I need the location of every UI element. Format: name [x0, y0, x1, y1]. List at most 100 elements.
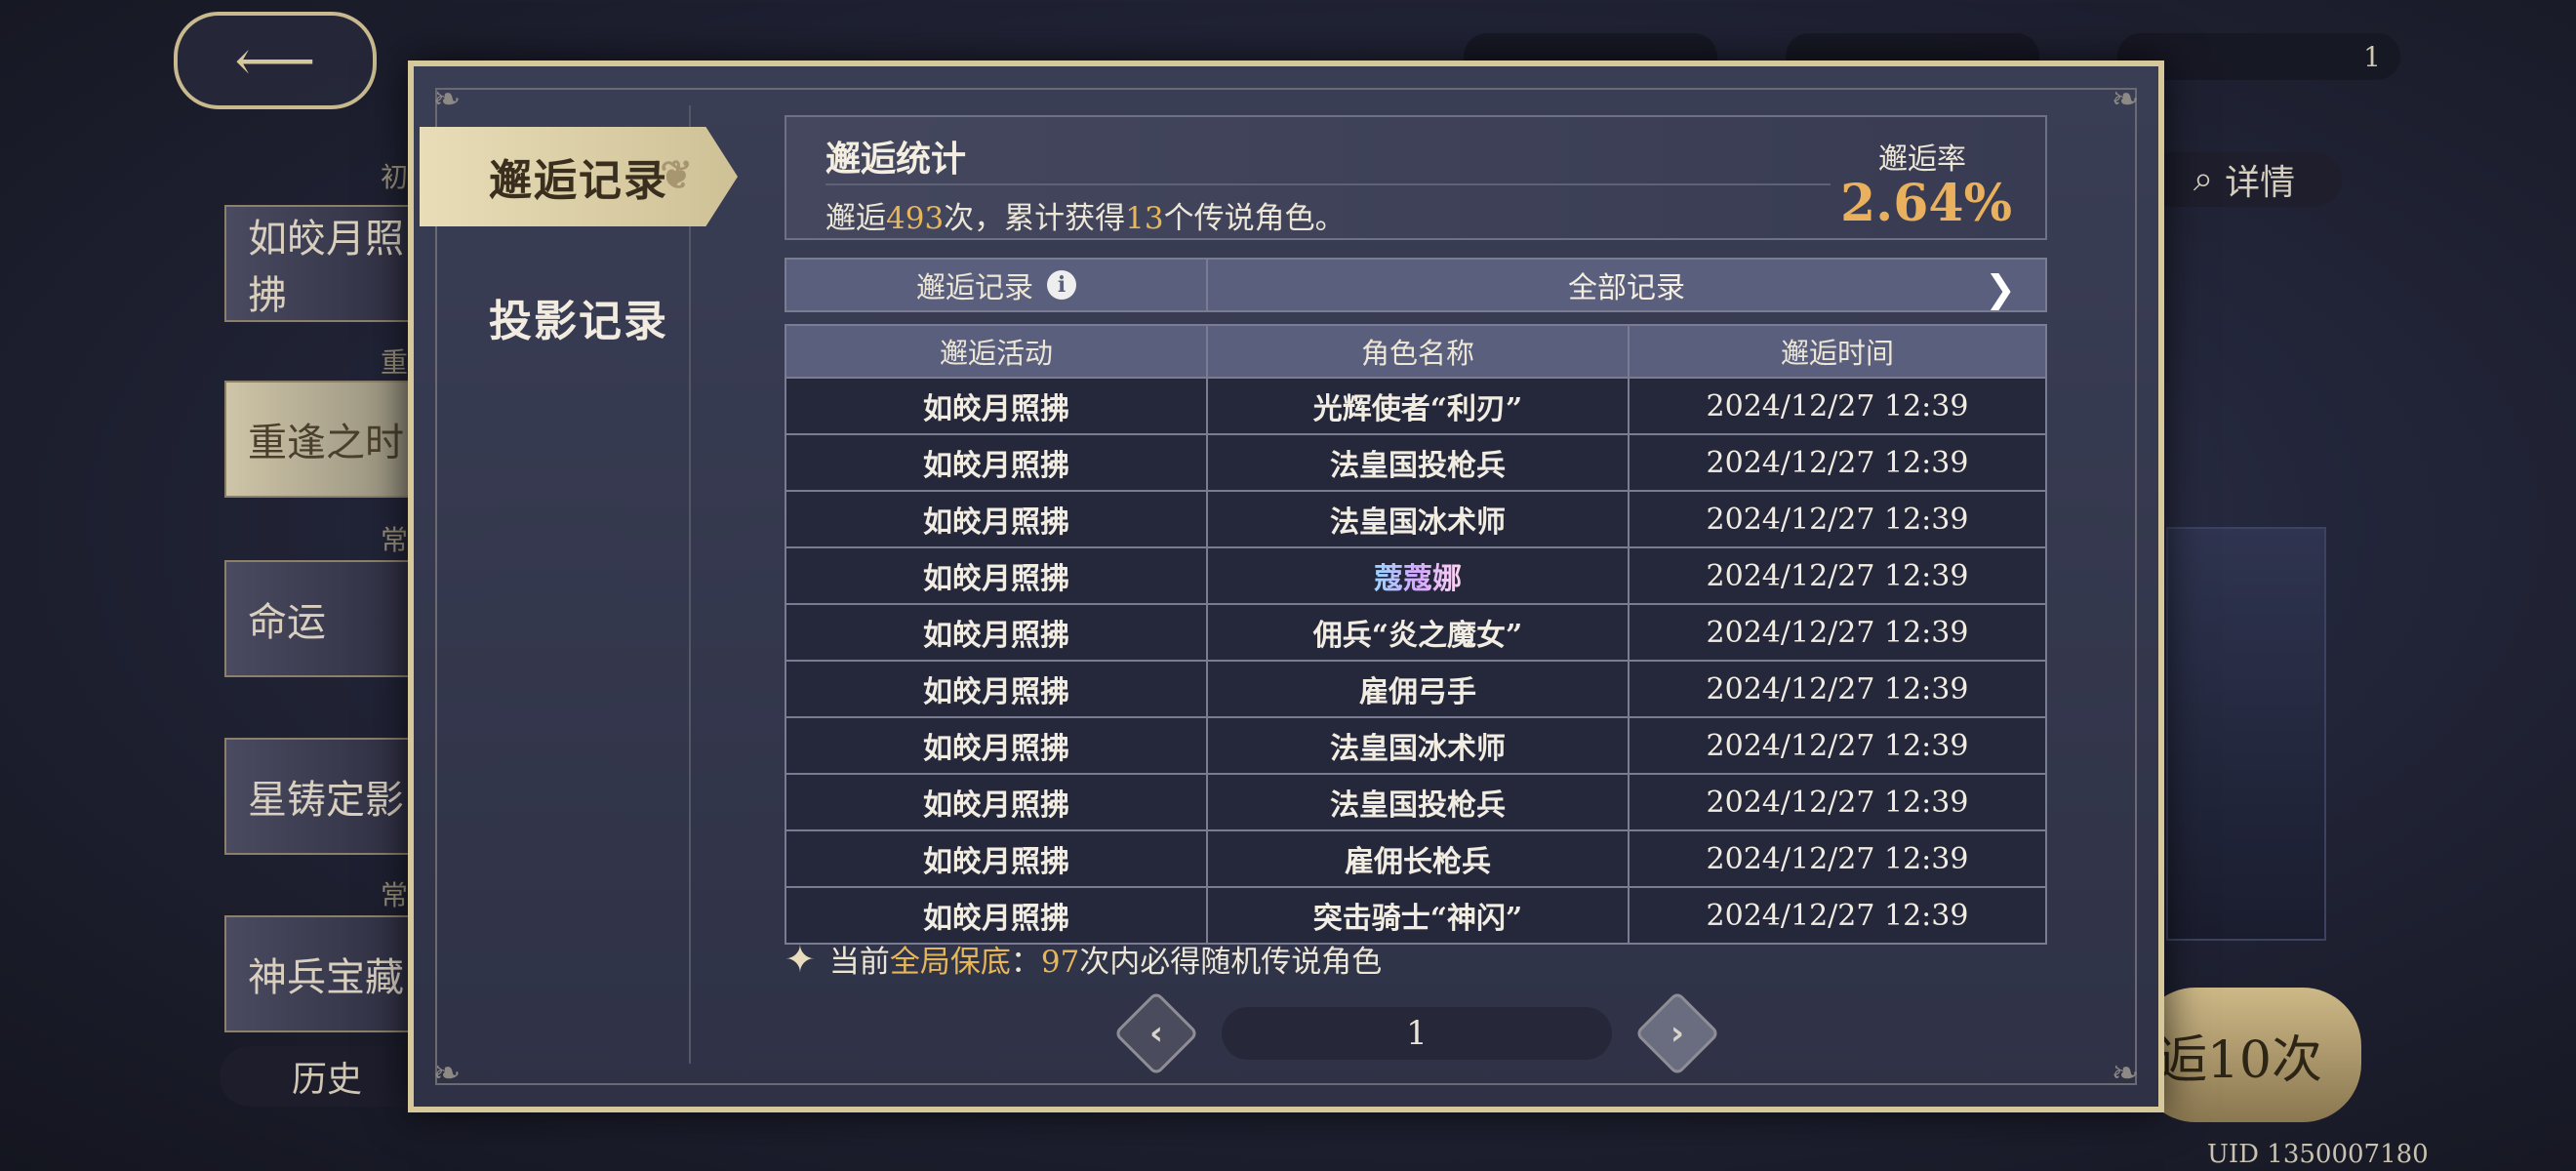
desc-text: 邂逅	[825, 201, 886, 236]
filter-label: 全部记录	[1568, 271, 1685, 305]
cell-time: 2024/12/27 12:39	[1706, 445, 1969, 480]
table-row: 如皎月照拂 法皇国投枪兵 2024/12/27 12:39	[786, 775, 2045, 831]
cell-time: 2024/12/27 12:39	[1706, 785, 1969, 820]
chevron-right-icon: ❯	[1985, 267, 2016, 310]
legend-count: 13	[1125, 201, 1164, 236]
cell-character: 光辉使者“利刃”	[1208, 379, 1630, 433]
cell-activity: 如皎月照拂	[786, 492, 1208, 546]
records-table: 邂逅活动 角色名称 邂逅时间 如皎月照拂 光辉使者“利刃” 2024/12/27…	[785, 324, 2047, 945]
tab-projection-records[interactable]: 投影记录	[420, 267, 738, 367]
sparkle-icon: ✦	[785, 937, 816, 981]
corner-ornament-icon: ❧	[2111, 80, 2140, 119]
chevron-left-icon: ‹	[1148, 1013, 1164, 1053]
tab-summon-records[interactable]: 邂逅记录 ❦	[420, 127, 738, 226]
summon-10-button[interactable]: 逅10次	[2137, 988, 2361, 1122]
divider	[825, 183, 1831, 185]
pity-prefix: 当前	[828, 945, 890, 980]
banner-tab-1[interactable]: 如皎月照拂	[224, 205, 429, 322]
cell-time: 2024/12/27 12:39	[1706, 671, 1969, 707]
pity-notice: ✦ 当前全局保底：97次内必得随机传说角色	[785, 937, 1382, 981]
tab-label: 邂逅记录	[489, 156, 668, 206]
banner-tab-2[interactable]: 重逢之时	[224, 381, 429, 498]
info-icon[interactable]: i	[1047, 270, 1076, 300]
cell-time: 2024/12/27 12:39	[1706, 898, 1969, 933]
table-row: 如皎月照拂 雇佣弓手 2024/12/27 12:39	[786, 662, 2045, 718]
cell-activity: 如皎月照拂	[786, 662, 1208, 716]
banner-tab-4[interactable]: 星铸定影	[224, 738, 429, 855]
side-tag: 常	[381, 879, 409, 911]
table-row: 如皎月照拂 佣兵“炎之魔女” 2024/12/27 12:39	[786, 605, 2045, 662]
cell-character: 雇佣长枪兵	[1208, 831, 1630, 886]
back-button[interactable]: ⟵	[174, 12, 377, 109]
table-row: 如皎月照拂 突击骑士“神闪” 2024/12/27 12:39	[786, 888, 2045, 943]
cell-character: 佣兵“炎之魔女”	[1208, 605, 1630, 660]
stats-panel: 邂逅统计 邂逅493次，累计获得13个传说角色。 邂逅率 2.64%	[785, 115, 2047, 240]
banner-tab-3[interactable]: 命运	[224, 560, 429, 677]
header-time: 邂逅时间	[1780, 337, 1894, 370]
pity-text: 当前全局保底：97次内必得随机传说角色	[829, 937, 1382, 981]
record-label: 邂逅记录	[916, 271, 1033, 305]
corner-ornament-icon: ❧	[432, 80, 462, 119]
cell-activity: 如皎月照拂	[786, 379, 1208, 433]
cell-activity: 如皎月照拂	[786, 548, 1208, 603]
tab-label: 投影记录	[489, 297, 668, 346]
corner-ornament-icon: ❧	[432, 1054, 462, 1093]
side-tag: 重	[381, 346, 409, 379]
cell-activity: 如皎月照拂	[786, 831, 1208, 886]
cell-time: 2024/12/27 12:39	[1706, 841, 1969, 876]
side-tag: 初	[381, 161, 409, 193]
record-filter-dropdown[interactable]: 全部记录 ❯	[1208, 260, 2045, 310]
prev-page-button[interactable]: ‹	[1113, 990, 1199, 1076]
cell-character: 法皇国投枪兵	[1208, 775, 1630, 829]
chevron-right-icon: ›	[1670, 1013, 1685, 1053]
detail-label: 详情	[2225, 163, 2296, 203]
cell-time: 2024/12/27 12:39	[1706, 615, 1969, 650]
cell-character: 法皇国冰术师	[1208, 492, 1630, 546]
rate-label: 邂逅率	[1878, 142, 1966, 177]
table-row: 如皎月照拂 蔻蔻娜 2024/12/27 12:39	[786, 548, 2045, 605]
cell-time: 2024/12/27 12:39	[1706, 558, 1969, 593]
cell-character: 雇佣弓手	[1208, 662, 1630, 716]
header-character: 角色名称	[1208, 326, 1630, 377]
record-filter-bar: 邂逅记录 i 全部记录 ❯	[785, 258, 2047, 312]
cell-character: 法皇国投枪兵	[1208, 435, 1630, 490]
nav-divider	[689, 105, 691, 1064]
table-row: 如皎月照拂 法皇国冰术师 2024/12/27 12:39	[786, 492, 2045, 548]
detail-button[interactable]: ⌕ 详情	[2147, 152, 2342, 207]
cell-time: 2024/12/27 12:39	[1706, 388, 1969, 424]
desc-text: 个传说角色。	[1163, 201, 1346, 236]
cell-activity: 如皎月照拂	[786, 718, 1208, 773]
banner-tab-5[interactable]: 神兵宝藏	[224, 915, 429, 1032]
history-button[interactable]: 历史	[220, 1046, 434, 1107]
history-dialog: ❧ ❧ ❧ ❧ 邂逅记录 ❦ 投影记录 邂逅统计 邂逅493次，累计获得13个传…	[408, 61, 2164, 1112]
flourish-icon: ❦	[660, 152, 695, 198]
cell-activity: 如皎月照拂	[786, 888, 1208, 943]
record-label-cell: 邂逅记录 i	[786, 260, 1208, 310]
table-row: 如皎月照拂 雇佣长枪兵 2024/12/27 12:39	[786, 831, 2045, 888]
cell-activity: 如皎月照拂	[786, 435, 1208, 490]
pity-suffix: 次内必得随机传说角色	[1079, 945, 1383, 980]
next-page-button[interactable]: ›	[1634, 990, 1720, 1076]
page-number: 1	[1222, 1007, 1612, 1060]
table-row: 如皎月照拂 法皇国投枪兵 2024/12/27 12:39	[786, 435, 2045, 492]
legendary-name: 蔻蔻娜	[1374, 554, 1462, 597]
header-activity: 邂逅活动	[786, 326, 1208, 377]
cell-character: 突击骑士“神闪”	[1208, 888, 1630, 943]
table-row: 如皎月照拂 光辉使者“利刃” 2024/12/27 12:39	[786, 379, 2045, 435]
uid-label: UID 1350007180	[2207, 1140, 2429, 1169]
cell-activity: 如皎月照拂	[786, 605, 1208, 660]
pagination: ‹ 1 ›	[1113, 990, 1720, 1076]
cell-time: 2024/12/27 12:39	[1706, 502, 1969, 537]
rate-value: 2.64%	[1839, 174, 2012, 233]
banner-artwork	[2166, 527, 2326, 941]
draw-count: 493	[886, 201, 945, 236]
cell-activity: 如皎月照拂	[786, 775, 1208, 829]
pity-colon: ：	[1010, 945, 1041, 980]
corner-ornament-icon: ❧	[2111, 1054, 2140, 1093]
table-header: 邂逅活动 角色名称 邂逅时间	[786, 326, 2045, 379]
search-icon: ⌕	[2193, 159, 2214, 199]
cell-character-legendary: 蔻蔻娜	[1208, 548, 1630, 603]
cell-character: 法皇国冰术师	[1208, 718, 1630, 773]
desc-text: 次，累计获得	[944, 201, 1126, 236]
pity-highlight: 全局保底	[889, 945, 1011, 980]
